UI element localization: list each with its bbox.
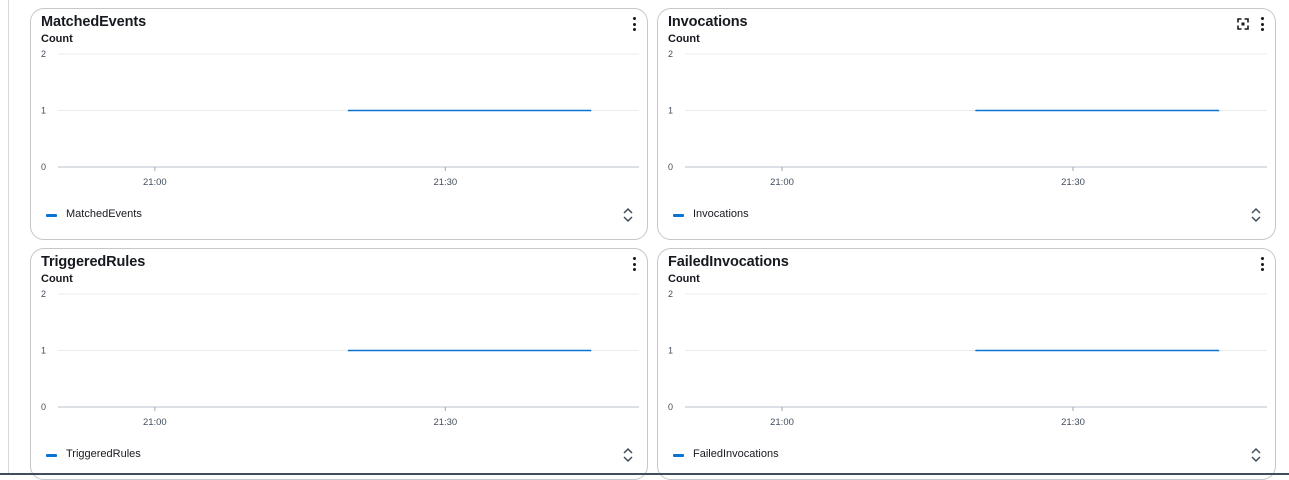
data-point: [975, 349, 977, 352]
sort-caret-icon[interactable]: [1251, 446, 1261, 464]
legend-swatch: [673, 453, 684, 457]
metric-panel-matched-events: MatchedEvents Count 0 1 2 21:00 21:30 MatchedEv…: [30, 8, 648, 240]
legend-swatch: [46, 213, 57, 217]
legend-swatch: [46, 453, 57, 457]
legend-swatch: [673, 213, 684, 217]
x-tick-label: 21:00: [143, 177, 167, 188]
legend-label: MatchedEvents: [66, 208, 142, 220]
y-tick-label: 0: [41, 162, 46, 172]
data-point: [347, 109, 350, 112]
data-point: [589, 109, 592, 112]
legend-label: Invocations: [693, 208, 749, 220]
line-chart: 0 1 2 21:00 21:30: [41, 289, 639, 428]
y-tick-label: 2: [668, 289, 673, 299]
page-left-divider: [8, 0, 9, 475]
x-tick-label: 21:00: [770, 417, 794, 428]
legend-label: FailedInvocations: [693, 448, 779, 460]
y-tick-label: 1: [41, 106, 46, 116]
y-tick-label: 1: [668, 346, 673, 356]
y-tick-label: 0: [668, 162, 673, 172]
data-point: [347, 349, 350, 352]
data-point: [1217, 109, 1220, 112]
y-tick-label: 1: [41, 346, 46, 356]
metric-panel-invocations: Invocations Count 0 1 2 21:00 21:30 Invocations: [657, 8, 1276, 240]
line-chart: 0 1 2 21:00 21:30: [668, 289, 1267, 428]
line-chart: 0 1 2 21:00 21:30: [668, 49, 1267, 188]
legend-item[interactable]: MatchedEvents: [46, 208, 142, 220]
y-tick-label: 1: [668, 106, 673, 116]
x-tick-label: 21:30: [1061, 417, 1085, 428]
sort-caret-icon[interactable]: [623, 446, 633, 464]
y-tick-label: 2: [41, 49, 46, 59]
y-tick-label: 2: [41, 289, 46, 299]
x-tick-label: 21:30: [433, 177, 457, 188]
y-tick-label: 0: [668, 402, 673, 412]
y-tick-label: 0: [41, 402, 46, 412]
x-tick-label: 21:30: [433, 417, 457, 428]
data-point: [589, 349, 592, 352]
metric-panel-failed-invocations: FailedInvocations Count 0 1 2 21:00 21:30 Faile…: [657, 248, 1276, 480]
y-tick-label: 2: [668, 49, 673, 59]
x-tick-label: 21:00: [143, 417, 167, 428]
data-point: [975, 109, 977, 112]
sort-caret-icon[interactable]: [623, 206, 633, 224]
sort-caret-icon[interactable]: [1251, 206, 1261, 224]
line-chart: 0 1 2 21:00 21:30: [41, 49, 639, 188]
legend-item[interactable]: TriggeredRules: [46, 448, 141, 460]
legend-item[interactable]: FailedInvocations: [673, 448, 779, 460]
legend-label: TriggeredRules: [66, 448, 141, 460]
legend-item[interactable]: Invocations: [673, 208, 749, 220]
x-tick-label: 21:00: [770, 177, 794, 188]
x-tick-label: 21:30: [1061, 177, 1085, 188]
data-point: [1217, 349, 1220, 352]
metric-panel-triggered-rules: TriggeredRules Count 0 1 2 21:00 21:30 Triggere…: [30, 248, 648, 480]
